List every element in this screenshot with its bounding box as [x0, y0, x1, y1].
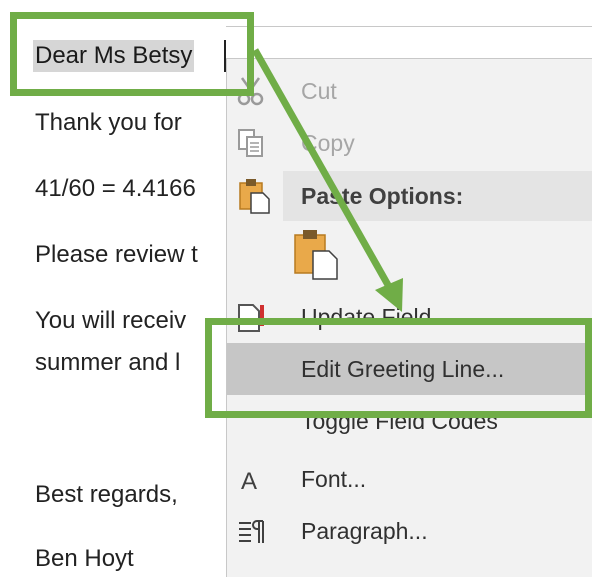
paste-icon	[239, 179, 270, 214]
paragraph-icon	[239, 520, 264, 543]
signature-line: Ben Hoyt	[35, 545, 134, 572]
closing-line: Best regards,	[35, 481, 178, 508]
menu-item-paragraph[interactable]: Paragraph...	[227, 505, 592, 557]
svg-text:A: A	[241, 468, 257, 495]
highlight-box-greeting	[10, 12, 254, 96]
menu-item-label: Paragraph...	[301, 518, 428, 544]
body-line-4: You will receiv	[35, 307, 187, 334]
body-line-5: summer and l	[35, 349, 181, 376]
menu-item-label: Copy	[301, 130, 355, 156]
menu-item-label: Cut	[301, 78, 337, 104]
mini-toolbar-strip	[226, 26, 592, 59]
highlight-box-menu-item	[205, 318, 592, 418]
body-line-1: Thank you for	[35, 109, 182, 136]
copy-icon	[238, 129, 263, 157]
paste-options-header: Paste Options:	[283, 171, 592, 221]
body-line-3: Please review t	[35, 241, 198, 268]
menu-item-cut[interactable]: Cut	[227, 65, 592, 117]
paste-keep-text-only-icon[interactable]	[291, 227, 341, 281]
font-icon: A	[241, 468, 257, 495]
menu-item-label: Font...	[301, 466, 367, 492]
body-line-2: 41/60 = 4.4166	[35, 175, 196, 202]
menu-item-font[interactable]: A Font...	[227, 453, 592, 505]
menu-item-copy[interactable]: Copy	[227, 117, 592, 169]
